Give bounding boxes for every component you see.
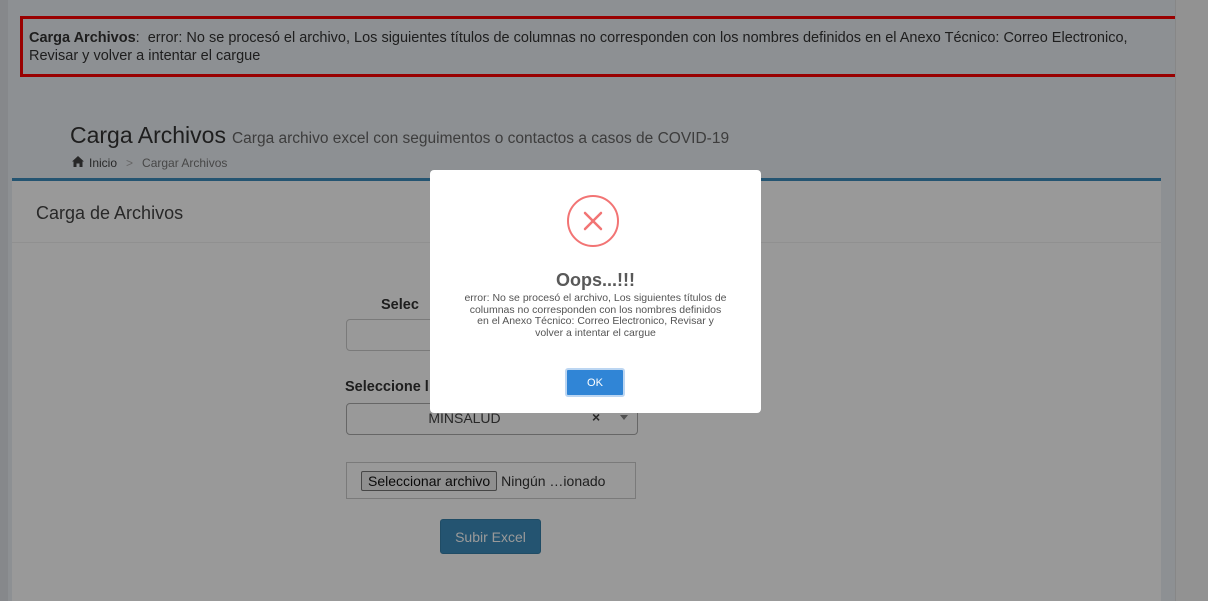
error-x-icon <box>567 195 619 247</box>
dialog-title: Oops...!!! <box>556 270 635 290</box>
error-dialog: Oops...!!! error: No se procesó el archi… <box>430 170 761 413</box>
dialog-message: error: No se procesó el archivo, Los sig… <box>464 292 727 339</box>
ok-button[interactable]: OK <box>565 368 625 397</box>
